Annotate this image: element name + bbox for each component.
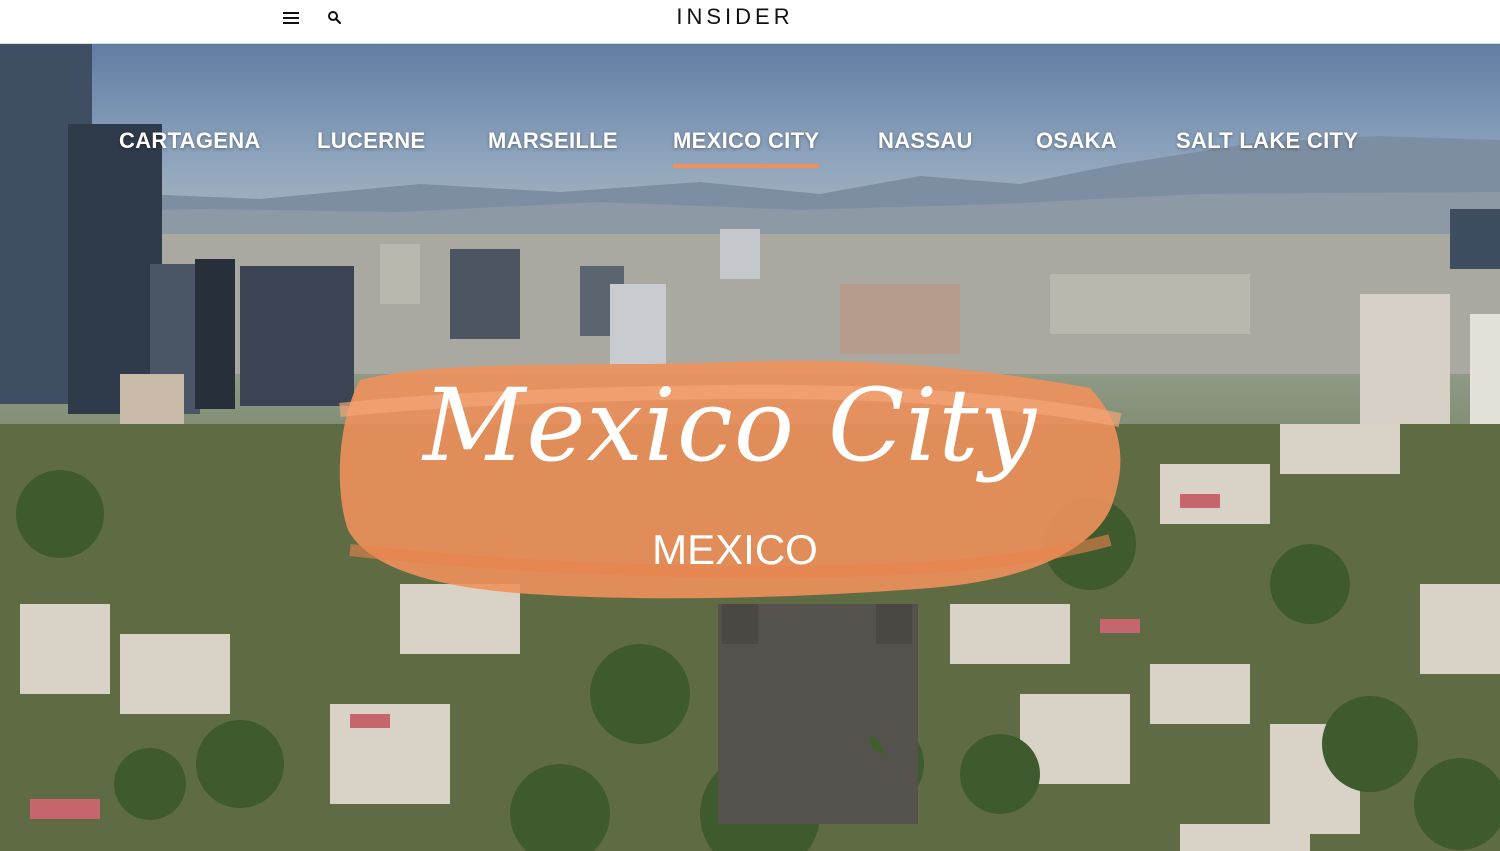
tab-cartagena[interactable]: CARTAGENA (119, 128, 261, 164)
top-bar: INSIDER (0, 0, 1500, 44)
tab-lucerne[interactable]: LUCERNE (317, 128, 425, 164)
country-subtitle: MEXICO (652, 526, 818, 573)
site-logo[interactable]: INSIDER (0, 4, 1470, 30)
hero-banner: CARTAGENA LUCERNE MARSEILLE MEXICO CITY … (0, 44, 1500, 851)
tab-mexico-city[interactable]: MEXICO CITY (673, 128, 820, 168)
tab-nassau[interactable]: NASSAU (878, 128, 973, 164)
city-nav: CARTAGENA LUCERNE MARSEILLE MEXICO CITY … (0, 128, 1500, 168)
city-title-plate: Mexico City MEXICO (330, 340, 1130, 610)
tab-osaka[interactable]: OSAKA (1036, 128, 1117, 164)
city-title: Mexico City (422, 367, 1038, 484)
tab-marseille[interactable]: MARSEILLE (488, 128, 618, 164)
tab-salt-lake-city[interactable]: SALT LAKE CITY (1176, 128, 1358, 164)
